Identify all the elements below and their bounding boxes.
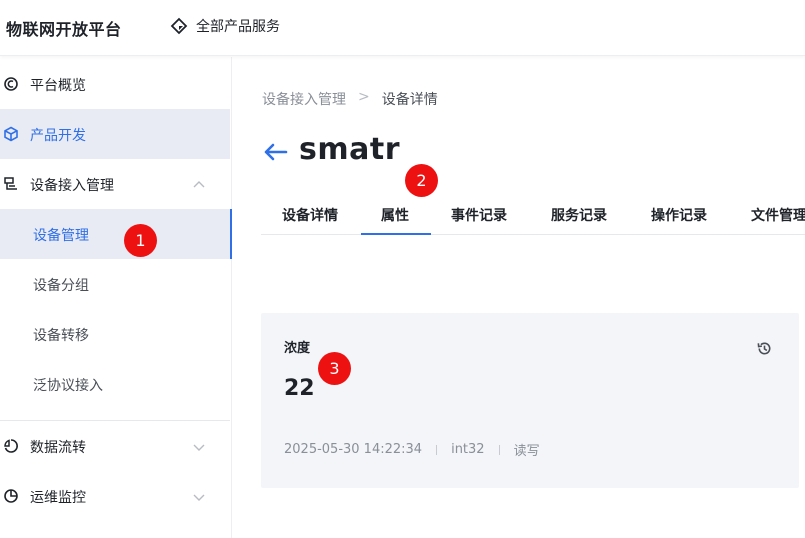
property-timestamp: 2025-05-30 14:22:34	[284, 442, 423, 457]
sidebar: 平台概览 产品开发 设备接入管理 设备管理 设备分组 设备转移 泛协议接入 数据…	[0, 57, 232, 538]
sidebar-item-label: 平台概览	[30, 78, 86, 94]
history-icon[interactable]	[756, 340, 773, 357]
property-meta: 2025-05-30 14:22:34 int32 读写	[284, 440, 540, 459]
device-access-icon	[4, 177, 17, 190]
sidebar-sub-device-transfer[interactable]: 设备转移	[0, 309, 230, 359]
property-access: 读写	[513, 444, 540, 459]
property-name: 浓度	[284, 341, 311, 356]
tab-event-records[interactable]: 事件记录	[451, 205, 507, 225]
main-content: 设备接入管理 > 设备详情 smatr 设备详情 属性 事件记录 服务记录 操作…	[233, 57, 805, 538]
property-card[interactable]: 浓度 22 2025-05-30 14:22:34 int32 读写	[261, 313, 799, 488]
sidebar-sub-label: 泛协议接入	[33, 378, 103, 394]
sidebar-sub-generic-protocol[interactable]: 泛协议接入	[0, 359, 230, 409]
sidebar-item-overview[interactable]: 平台概览	[0, 59, 230, 109]
all-products-menu[interactable]: 全部产品服务	[170, 16, 280, 36]
chevron-up-icon	[193, 181, 205, 188]
overview-icon	[4, 77, 18, 91]
device-title: smatr	[299, 132, 400, 167]
sidebar-item-label: 运维监控	[30, 490, 86, 506]
all-products-label: 全部产品服务	[196, 19, 280, 35]
back-arrow-icon[interactable]	[262, 142, 288, 162]
meta-divider	[436, 444, 438, 455]
meta-divider	[498, 444, 500, 455]
sidebar-sub-device-group[interactable]: 设备分组	[0, 259, 230, 309]
annotation-badge-2: 2	[405, 164, 438, 197]
sidebar-item-product-dev[interactable]: 产品开发	[0, 109, 230, 159]
tab-file-management[interactable]: 文件管理	[751, 205, 805, 225]
property-value: 22	[284, 376, 315, 401]
sidebar-sub-label: 设备分组	[33, 278, 89, 294]
sidebar-item-data-flow[interactable]: 数据流转	[0, 421, 230, 471]
tab-properties[interactable]: 属性	[381, 205, 409, 225]
annotation-badge-1: 1	[124, 224, 157, 257]
cube-icon	[4, 126, 18, 142]
tab-service-records[interactable]: 服务记录	[551, 205, 607, 225]
chevron-down-icon	[193, 444, 205, 451]
sidebar-sub-label: 设备转移	[33, 328, 89, 344]
annotation-badge-3: 3	[318, 352, 351, 385]
monitor-pie-icon	[4, 489, 18, 503]
top-bar: 物联网开放平台 全部产品服务	[0, 0, 805, 56]
breadcrumb: 设备接入管理 > 设备详情	[262, 89, 438, 109]
detail-tabs: 设备详情 属性 事件记录 服务记录 操作记录 文件管理	[261, 197, 805, 235]
breadcrumb-current: 设备详情	[381, 92, 438, 108]
sidebar-sub-label: 设备管理	[33, 228, 89, 244]
chevron-down-icon	[193, 494, 205, 501]
breadcrumb-separator: >	[358, 89, 370, 105]
sidebar-item-label: 设备接入管理	[30, 178, 114, 194]
property-data-type: int32	[451, 442, 485, 457]
sidebar-item-label: 产品开发	[30, 128, 86, 144]
breadcrumb-parent[interactable]: 设备接入管理	[262, 89, 346, 109]
tab-device-detail[interactable]: 设备详情	[282, 205, 338, 225]
sidebar-sub-device-manage[interactable]: 设备管理	[0, 209, 232, 259]
platform-brand[interactable]: 物联网开放平台	[6, 16, 122, 40]
diamond-icon	[170, 17, 188, 35]
active-tab-indicator	[361, 233, 431, 235]
sidebar-item-label: 数据流转	[30, 440, 86, 456]
sidebar-item-ops-monitor[interactable]: 运维监控	[0, 471, 230, 521]
data-flow-icon	[4, 439, 18, 453]
sidebar-item-device-access[interactable]: 设备接入管理	[0, 159, 230, 209]
tab-operation-records[interactable]: 操作记录	[651, 205, 707, 225]
